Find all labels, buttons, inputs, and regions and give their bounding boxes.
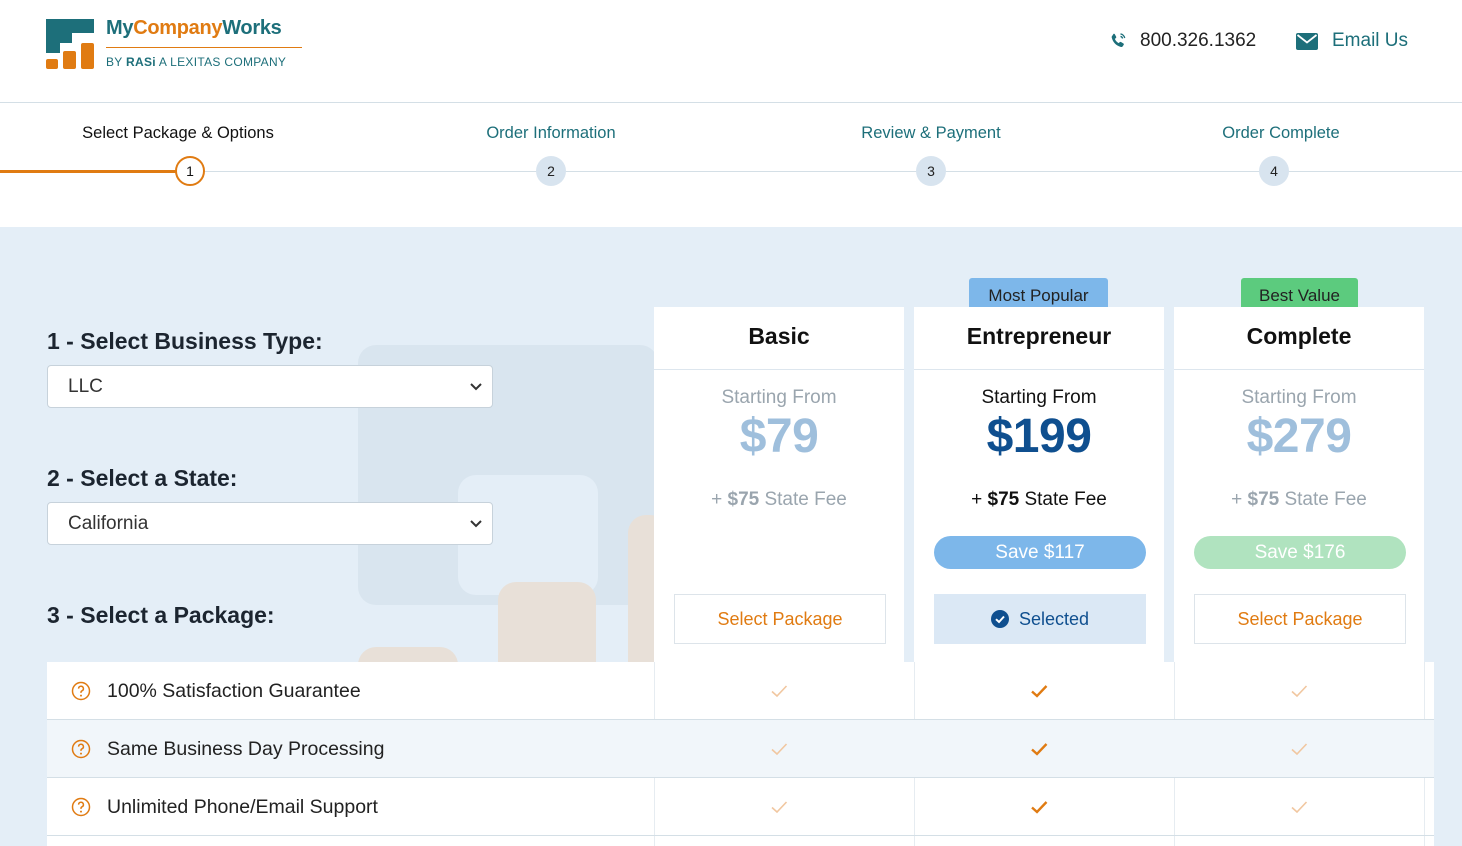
check-circle-icon	[990, 610, 1009, 628]
phone-icon	[1111, 33, 1126, 48]
feature-label: Same Business Day Processing	[107, 738, 385, 760]
package-name: Entrepreneur	[966, 323, 1112, 349]
step-1-label[interactable]: Select Package & Options	[82, 124, 274, 143]
chevron-down-icon	[470, 519, 482, 527]
card-divider	[1174, 369, 1424, 370]
fee-amount: $75	[727, 489, 760, 510]
fee-prefix: +	[711, 489, 728, 510]
starting-from-label: Starting From	[981, 387, 1097, 408]
fee-amount: $75	[987, 489, 1020, 510]
fee-suffix: State Fee	[1019, 489, 1107, 510]
check-icon	[771, 743, 788, 756]
features-table: 100% Satisfaction Guarantee Same Busines…	[47, 662, 1434, 846]
state-heading: 2 - Select a State:	[47, 465, 238, 491]
envelope-icon	[1296, 32, 1318, 50]
package-price: $279	[1246, 410, 1352, 463]
feature-row: Same Business Day Processing	[47, 720, 1434, 778]
logo-text-company: Company	[133, 17, 223, 39]
help-icon[interactable]	[71, 681, 91, 701]
step-4-circle[interactable]: 4	[1259, 156, 1289, 186]
step-2-circle[interactable]: 2	[536, 156, 566, 186]
starting-from-label: Starting From	[721, 387, 837, 408]
fee-prefix: +	[1231, 489, 1248, 510]
phone-number: 800.326.1362	[1140, 30, 1257, 51]
state-select[interactable]: California	[47, 502, 493, 545]
stepper-track	[0, 171, 1462, 172]
chevron-down-icon	[470, 382, 482, 390]
savings-badge: Save $117	[934, 536, 1146, 569]
selected-package-button[interactable]: Selected	[934, 594, 1146, 644]
feature-row: Unlimited Phone/Email Support	[47, 778, 1434, 836]
site-header: MyCompanyWorks BY RASi A LEXITAS COMPANY…	[0, 0, 1462, 103]
help-icon[interactable]	[71, 797, 91, 817]
business-type-select[interactable]: LLC	[47, 365, 493, 408]
stepper-progress	[0, 170, 178, 173]
check-icon	[1031, 801, 1048, 814]
business-type-value: LLC	[68, 375, 103, 397]
package-name: Complete	[1246, 323, 1352, 349]
feature-label: 100% Satisfaction Guarantee	[107, 680, 361, 702]
check-icon	[1291, 685, 1308, 698]
tagline-suffix: A LEXITAS COMPANY	[155, 55, 287, 69]
button-label: Select Package	[717, 608, 843, 629]
help-icon[interactable]	[71, 739, 91, 759]
fee-amount: $75	[1247, 489, 1280, 510]
package-card-complete: Complete Starting From $279 + $75 State …	[1174, 307, 1424, 667]
tagline-prefix: BY	[106, 55, 127, 69]
card-divider	[654, 369, 904, 370]
card-divider	[914, 369, 1164, 370]
check-icon	[771, 685, 788, 698]
logo-mark-icon	[46, 19, 94, 69]
company-logo[interactable]: MyCompanyWorks BY RASi A LEXITAS COMPANY	[46, 17, 316, 73]
step-2-label[interactable]: Order Information	[486, 124, 615, 143]
state-fee: + $75 State Fee	[654, 489, 904, 511]
package-selection-section: 1 - Select Business Type: LLC 2 - Select…	[0, 227, 1462, 846]
state-value: California	[68, 512, 149, 534]
select-package-button[interactable]: Select Package	[674, 594, 886, 644]
savings-badge: Save $176	[1194, 536, 1406, 569]
state-fee: + $75 State Fee	[1174, 489, 1424, 511]
step-1-circle[interactable]: 1	[175, 156, 205, 186]
check-icon	[1291, 743, 1308, 756]
button-label: Selected	[1018, 608, 1090, 629]
step-4-label[interactable]: Order Complete	[1222, 124, 1339, 143]
fee-prefix: +	[971, 489, 988, 510]
check-icon	[1291, 801, 1308, 814]
logo-tagline: BY RASi A LEXITAS COMPANY	[106, 55, 286, 69]
fee-suffix: State Fee	[759, 489, 847, 510]
package-price: $79	[739, 410, 819, 463]
logo-text-my: My	[106, 17, 134, 39]
fee-suffix: State Fee	[1279, 489, 1367, 510]
step-3-label[interactable]: Review & Payment	[861, 124, 1000, 143]
button-label: Select Package	[1237, 608, 1363, 629]
package-heading: 3 - Select a Package:	[47, 602, 275, 628]
email-link[interactable]: Email Us	[1296, 30, 1408, 52]
logo-text-works: Works	[222, 17, 282, 39]
business-type-heading: 1 - Select Business Type:	[47, 328, 323, 354]
email-label: Email Us	[1332, 30, 1409, 51]
feature-row: 100% Satisfaction Guarantee	[47, 662, 1434, 720]
logo-wordmark: MyCompanyWorks	[106, 17, 282, 40]
package-card-basic: Basic Starting From $79 + $75 State Fee …	[654, 307, 904, 667]
logo-divider	[106, 47, 302, 48]
phone-link[interactable]: 800.326.1362	[1108, 30, 1256, 52]
package-price: $199	[986, 410, 1092, 463]
checkout-stepper: Select Package & Options 1 Order Informa…	[0, 103, 1462, 227]
starting-from-label: Starting From	[1241, 387, 1357, 408]
feature-label: Unlimited Phone/Email Support	[107, 796, 378, 818]
check-icon	[1031, 685, 1048, 698]
step-3-circle[interactable]: 3	[916, 156, 946, 186]
check-icon	[1031, 743, 1048, 756]
state-fee: + $75 State Fee	[914, 489, 1164, 511]
package-card-entrepreneur: Entrepreneur Starting From $199 + $75 St…	[914, 307, 1164, 667]
tagline-brand: RASi	[126, 55, 156, 69]
select-package-button[interactable]: Select Package	[1194, 594, 1406, 644]
package-name: Basic	[748, 323, 810, 349]
check-icon	[771, 801, 788, 814]
